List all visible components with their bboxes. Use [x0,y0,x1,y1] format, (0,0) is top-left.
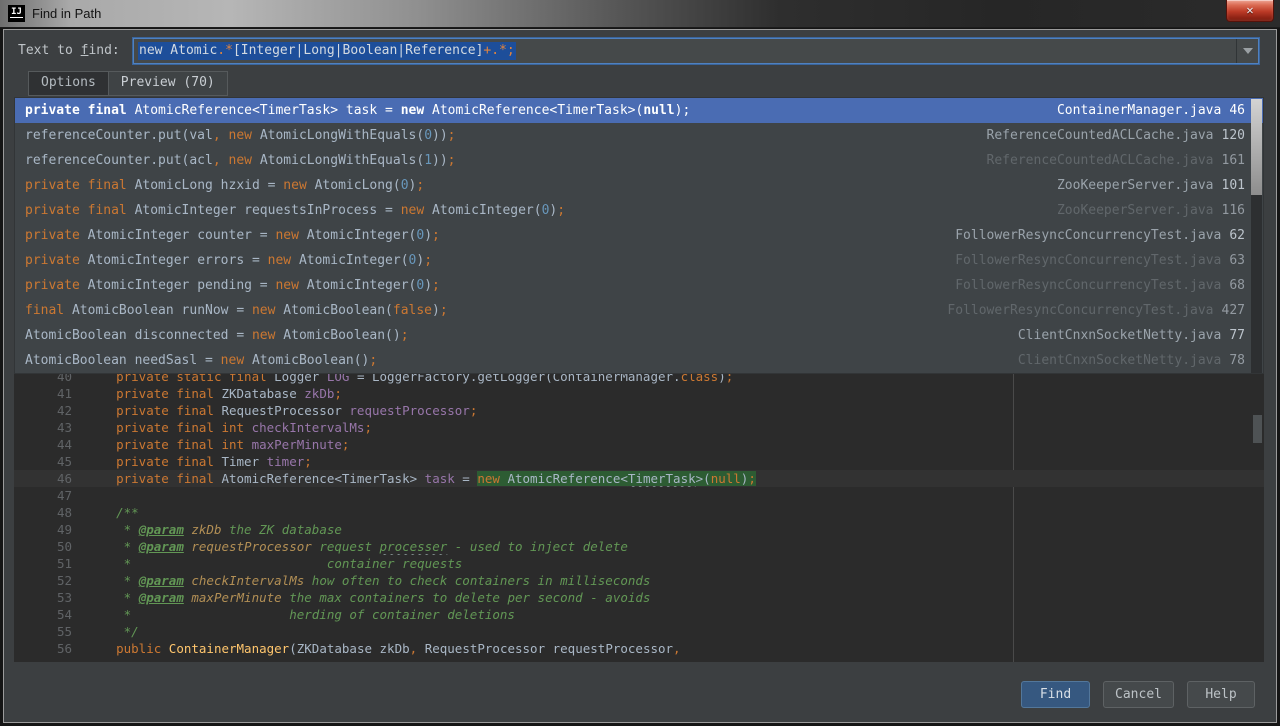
result-code: AtomicBoolean disconnected = new AtomicB… [25,328,1018,343]
title-bar[interactable]: IJ Find in Path ✕ [0,0,1280,28]
result-file-location: ZooKeeperServer.java101 [1057,178,1263,193]
line-number: 53 [14,589,86,606]
code-line: 48 /** [14,504,1264,521]
help-button[interactable]: Help [1187,681,1255,708]
line-number: 42 [14,402,86,419]
combo-dropdown-button[interactable] [1236,39,1258,63]
close-icon: ✕ [1246,3,1253,17]
tab-bar: Options Preview (70) [28,71,228,96]
code-line: 43 private final int checkIntervalMs; [14,419,1264,436]
result-row[interactable]: AtomicBoolean needSasl = new AtomicBoole… [15,348,1263,373]
code-line: 54 * herding of container deletions [14,606,1264,623]
intellij-logo-icon: IJ [8,5,25,22]
result-code: private final AtomicInteger requestsInPr… [25,203,1057,218]
results-scrollbar[interactable] [1251,99,1262,374]
find-button[interactable]: Find [1021,681,1090,708]
tab-options[interactable]: Options [28,71,108,96]
window-title: Find in Path [32,6,101,21]
result-file-location: FollowerResyncConcurrencyTest.java427 [947,303,1263,318]
result-file-location: FollowerResyncConcurrencyTest.java62 [955,228,1263,243]
line-number: 45 [14,453,86,470]
line-number: 56 [14,640,86,657]
result-row[interactable]: referenceCounter.put(acl, new AtomicLong… [15,148,1263,173]
code-line: 40 private static final Logger LOG = Log… [14,374,1264,385]
results-scrollbar-thumb[interactable] [1251,99,1262,195]
result-file-location: ReferenceCountedACLCache.java161 [987,153,1263,168]
result-file-location: FollowerResyncConcurrencyTest.java68 [955,278,1263,293]
line-number: 54 [14,606,86,623]
code-line: 45 private final Timer timer; [14,453,1264,470]
code-line: 51 * container requests [14,555,1264,572]
line-number: 40 [14,374,86,385]
code-preview-editor[interactable]: 40 private static final Logger LOG = Log… [14,374,1264,662]
code-line: 50 * @param requestProcessor request pro… [14,538,1264,555]
line-number: 44 [14,436,86,453]
editor-scrollbar-thumb[interactable] [1253,415,1262,443]
result-file-location: ClientCnxnSocketNetty.java77 [1018,328,1263,343]
editor-code-area: 40 private static final Logger LOG = Log… [14,374,1264,657]
line-number: 41 [14,385,86,402]
line-number: 49 [14,521,86,538]
code-line: 47 [14,487,1264,504]
result-row[interactable]: private AtomicInteger pending = new Atom… [15,273,1263,298]
result-code: private final AtomicLong hzxid = new Ato… [25,178,1057,193]
result-code: referenceCounter.put(val, new AtomicLong… [25,128,987,143]
result-code: private final AtomicReference<TimerTask>… [25,103,1057,118]
result-file-location: ReferenceCountedACLCache.java120 [987,128,1263,143]
code-line: 46 private final AtomicReference<TimerTa… [14,470,1264,487]
result-row[interactable]: private final AtomicInteger requestsInPr… [15,198,1263,223]
result-file-location: ZooKeeperServer.java116 [1057,203,1263,218]
find-in-path-dialog: IJ Find in Path ✕ Text to find: new Atom… [0,0,1280,726]
line-number: 46 [14,470,86,487]
result-file-location: ClientCnxnSocketNetty.java78 [1018,353,1263,368]
cancel-button[interactable]: Cancel [1103,681,1174,708]
result-code: private AtomicInteger pending = new Atom… [25,278,955,293]
dialog-body: Text to find: new Atomic.*[Integer|Long|… [3,29,1277,723]
tab-preview[interactable]: Preview (70) [108,71,228,96]
result-code: final AtomicBoolean runNow = new AtomicB… [25,303,947,318]
result-code: private AtomicInteger errors = new Atomi… [25,253,955,268]
result-code: AtomicBoolean needSasl = new AtomicBoole… [25,353,1018,368]
code-line: 44 private final int maxPerMinute; [14,436,1264,453]
line-number: 50 [14,538,86,555]
line-number: 51 [14,555,86,572]
result-file-location: FollowerResyncConcurrencyTest.java63 [955,253,1263,268]
result-file-location: ContainerManager.java46 [1057,103,1263,118]
result-row[interactable]: private final AtomicLong hzxid = new Ato… [15,173,1263,198]
line-number: 43 [14,419,86,436]
line-number: 48 [14,504,86,521]
code-line: 52 * @param checkIntervalMs how often to… [14,572,1264,589]
line-number: 52 [14,572,86,589]
result-row[interactable]: final AtomicBoolean runNow = new AtomicB… [15,298,1263,323]
result-code: private AtomicInteger counter = new Atom… [25,228,955,243]
close-button[interactable]: ✕ [1226,0,1274,22]
code-line: 56 public ContainerManager(ZKDatabase zk… [14,640,1264,657]
result-code: referenceCounter.put(acl, new AtomicLong… [25,153,987,168]
result-row[interactable]: private final AtomicReference<TimerTask>… [15,98,1263,123]
text-to-find-label: Text to find: [18,43,120,58]
search-input-value[interactable]: new Atomic.*[Integer|Long|Boolean|Refere… [134,39,1236,63]
result-row[interactable]: private AtomicInteger counter = new Atom… [15,223,1263,248]
code-line: 49 * @param zkDb the ZK database [14,521,1264,538]
search-input[interactable]: new Atomic.*[Integer|Long|Boolean|Refere… [133,38,1259,64]
code-line: 53 * @param maxPerMinute the max contain… [14,589,1264,606]
result-row[interactable]: AtomicBoolean disconnected = new AtomicB… [15,323,1263,348]
chevron-down-icon [1243,48,1253,54]
results-list[interactable]: private final AtomicReference<TimerTask>… [14,97,1264,374]
result-row[interactable]: referenceCounter.put(val, new AtomicLong… [15,123,1263,148]
line-number: 47 [14,487,86,504]
code-line: 41 private final ZKDatabase zkDb; [14,385,1264,402]
line-number: 55 [14,623,86,640]
result-row[interactable]: private AtomicInteger errors = new Atomi… [15,248,1263,273]
code-line: 42 private final RequestProcessor reques… [14,402,1264,419]
code-line: 55 */ [14,623,1264,640]
